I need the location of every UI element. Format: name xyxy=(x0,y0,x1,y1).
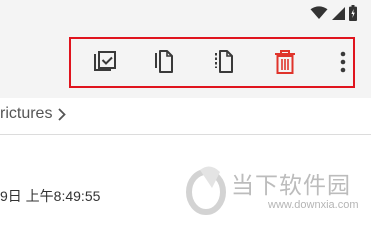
copy-button[interactable] xyxy=(151,49,179,79)
wifi-icon xyxy=(310,6,328,20)
trash-icon xyxy=(274,49,296,79)
select-all-icon xyxy=(92,50,118,79)
battery-icon xyxy=(349,5,357,21)
cell-signal-icon xyxy=(332,6,345,20)
move-button[interactable] xyxy=(211,49,239,79)
more-vert-icon xyxy=(340,51,346,78)
move-icon xyxy=(214,49,236,79)
breadcrumb-folder[interactable]: rictures xyxy=(0,105,52,123)
file-modified-time: 9日 上午8:49:55 xyxy=(0,188,101,204)
more-options-button[interactable] xyxy=(329,51,357,77)
breadcrumb: rictures xyxy=(0,98,371,135)
select-all-button[interactable] xyxy=(91,50,119,79)
top-app-bar xyxy=(0,0,371,98)
delete-button[interactable] xyxy=(271,49,299,79)
copy-icon xyxy=(154,49,176,79)
status-bar xyxy=(310,4,357,22)
watermark-url: www.downxia.com xyxy=(268,199,359,211)
watermark-brand: 当下软件园 xyxy=(231,173,351,199)
file-actions-toolbar xyxy=(69,37,355,88)
chevron-right-icon xyxy=(58,108,66,126)
watermark: 当下软件园 www.downxia.com xyxy=(186,160,358,216)
watermark-logo-icon xyxy=(186,160,230,221)
